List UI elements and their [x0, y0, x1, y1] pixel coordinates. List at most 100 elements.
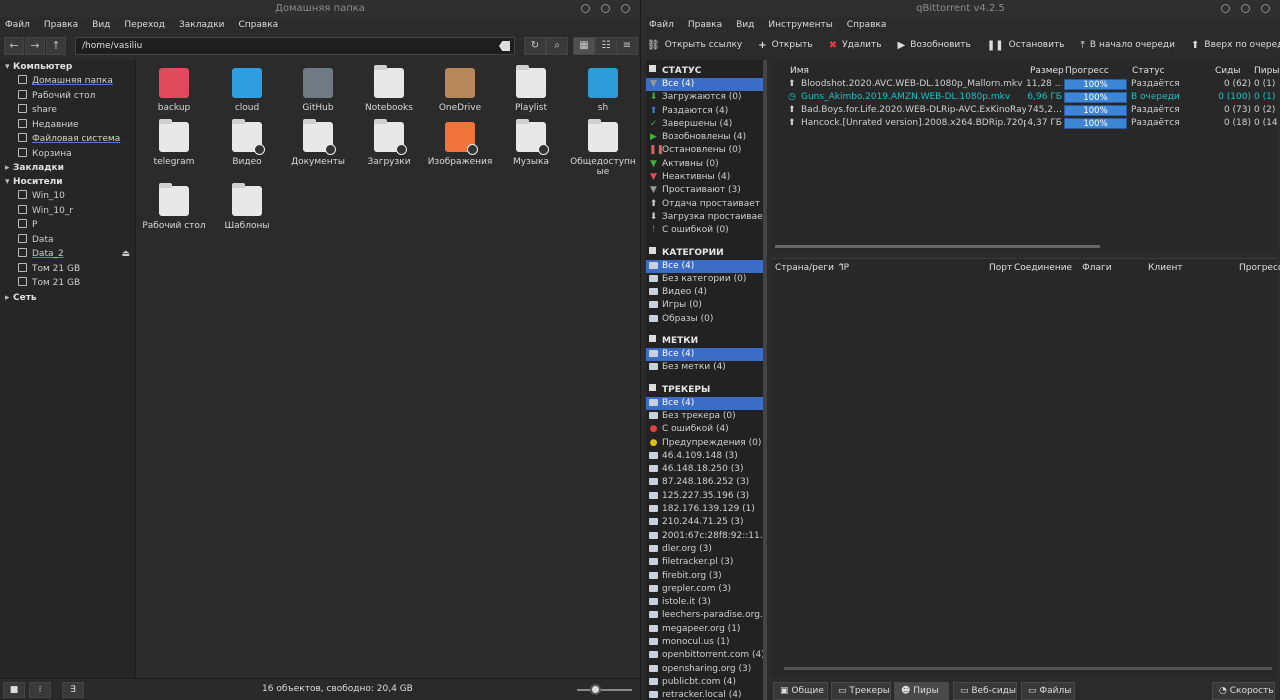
tags-section-header[interactable]: МЕТКИ	[646, 334, 763, 348]
folder-item[interactable]: Музыка	[495, 114, 567, 167]
status-section-header[interactable]: СТАТУС	[646, 64, 763, 78]
tracker-filter[interactable]: monocul.us (1)	[646, 636, 763, 649]
tracker-filter[interactable]: 46.148.18.250 (3)	[646, 463, 763, 476]
tracker-filter[interactable]: 87.248.186.252 (3)	[646, 476, 763, 489]
sidebar-item-home[interactable]: Домашняя папка	[0, 74, 135, 89]
category-filter[interactable]: Без категории (0)	[646, 273, 763, 286]
status-filter-stalled-upload[interactable]: ⬆ Отдача простаивает (3)	[646, 198, 763, 211]
sidebar-scrollbar[interactable]	[763, 60, 767, 700]
menu-go[interactable]: Переход	[124, 17, 165, 33]
status-filter-stalled-download[interactable]: ⬇ Загрузка простаивает…	[646, 211, 763, 224]
status-filter-active[interactable]: ▼ Активны (0)	[646, 158, 763, 171]
menu-view[interactable]: Вид	[92, 17, 110, 33]
torrent-row[interactable]: ⬆ Bloodshot.2020.AVC.WEB-DL.1080p_Mallorn…	[772, 78, 1277, 91]
sidebar-item-filesystem[interactable]: Файловая система	[0, 132, 135, 147]
tracker-filter[interactable]: istole.it (3)	[646, 596, 763, 609]
close-button[interactable]	[1261, 4, 1270, 13]
sidebar-item-desktop[interactable]: Рабочий стол	[0, 89, 135, 104]
menu-view[interactable]: Вид	[736, 17, 754, 33]
folder-item[interactable]: cloud	[211, 60, 283, 113]
torrent-row[interactable]: ⬆ Bad.Boys.for.Life.2020.WEB-DLRip-AVC.Ex…	[772, 104, 1277, 117]
tracker-filter[interactable]: 125.227.35.196 (3)	[646, 490, 763, 503]
sidebar-item-drive[interactable]: Data_2 ⏏	[0, 247, 135, 262]
tracker-filter[interactable]: retracker.local (4)	[646, 689, 763, 700]
tab-files[interactable]: ▭ Файлы	[1021, 682, 1075, 700]
folder-item[interactable]: Рабочий стол	[138, 178, 210, 231]
peers-hscrollbar[interactable]	[784, 667, 1272, 670]
compact-view-icon[interactable]: ≡	[616, 37, 638, 55]
queue-up-button[interactable]: ⬆ Вверх по очереди	[1191, 40, 1280, 51]
tab-web-seeds[interactable]: ▭ Веб-сиды	[953, 682, 1017, 700]
tag-filter[interactable]: Без метки (4)	[646, 361, 763, 374]
status-filter-resumed[interactable]: ▶ Возобновлены (4)	[646, 131, 763, 144]
places-toggle-icon[interactable]: ■	[3, 682, 25, 698]
tracker-filter[interactable]: opensharing.org (3)	[646, 663, 763, 676]
sidebar-item-share[interactable]: share	[0, 103, 135, 118]
status-filter-paused[interactable]: ❚❚Остановлены (0)	[646, 144, 763, 157]
tag-filter[interactable]: Все (4)	[646, 348, 763, 362]
tracker-filter[interactable]: leechers-paradise.org…	[646, 609, 763, 622]
column-header-status[interactable]: Статус	[1132, 64, 1165, 78]
tracker-filter[interactable]: grepler.com (3)	[646, 583, 763, 596]
column-header-seeds[interactable]: Сиды	[1215, 64, 1240, 78]
menu-help[interactable]: Справка	[239, 17, 279, 33]
resume-button[interactable]: ▶ Возобновить	[898, 40, 971, 51]
minimize-button[interactable]	[581, 4, 590, 13]
back-arrow-icon[interactable]: ←	[4, 37, 24, 55]
peer-column-client[interactable]: Клиент	[1148, 261, 1183, 275]
sidebar-item-drive[interactable]: Том 21 GB	[0, 276, 135, 291]
categories-section-header[interactable]: КАТЕГОРИИ	[646, 246, 763, 260]
column-header-size[interactable]: Размер	[1030, 64, 1064, 78]
peer-column-port[interactable]: Порт	[989, 261, 1012, 275]
sidebar-section-bookmarks[interactable]: ▸ Закладки	[0, 161, 135, 175]
eject-icon[interactable]: ⏏	[121, 247, 130, 262]
icon-view-icon[interactable]: ▦	[573, 37, 595, 55]
tracker-filter[interactable]: ● С ошибкой (4)	[646, 423, 763, 436]
menu-edit[interactable]: Правка	[688, 17, 722, 33]
sidebar-section-computer[interactable]: ▾ Компьютер	[0, 60, 135, 74]
folder-item[interactable]: backup	[138, 60, 210, 113]
tracker-filter[interactable]: 46.4.109.148 (3)	[646, 450, 763, 463]
peer-column-flags[interactable]: Флаги	[1082, 261, 1112, 275]
forward-arrow-icon[interactable]: →	[25, 37, 45, 55]
queue-top-button[interactable]: ⤒ В начало очереди	[1081, 40, 1176, 51]
folder-item[interactable]: Playlist	[495, 60, 567, 113]
status-filter-seeding[interactable]: ⬆ Раздаются (4)	[646, 105, 763, 118]
search-icon[interactable]: ⌕	[546, 37, 568, 55]
folder-item[interactable]: Изображения	[424, 114, 496, 167]
list-view-icon[interactable]: ☷	[595, 37, 617, 55]
delete-button[interactable]: ✖ Удалить	[829, 40, 882, 51]
category-filter[interactable]: Все (4)	[646, 259, 763, 273]
path-input[interactable]: /home/vasiliu	[75, 37, 515, 55]
tracker-filter[interactable]: Без трекера (0)	[646, 410, 763, 423]
tab-speed[interactable]: ◔ Скорость	[1212, 682, 1275, 700]
sidebar-item-drive[interactable]: Том 21 GB	[0, 262, 135, 277]
folder-item[interactable]: Документы	[282, 114, 354, 167]
status-filter-downloading[interactable]: ⬇ Загружаются (0)	[646, 91, 763, 104]
zoom-slider[interactable]	[577, 689, 632, 691]
tracker-filter[interactable]: publicbt.com (4)	[646, 676, 763, 689]
column-header-peers[interactable]: Пиры	[1254, 64, 1279, 78]
peer-column-ip[interactable]: IP	[841, 261, 849, 275]
torrent-row[interactable]: ⬆ Hancock.[Unrated version].2008.x264.BDR…	[772, 117, 1277, 130]
folder-item[interactable]: GitHub	[282, 60, 354, 113]
sidebar-item-drive[interactable]: P	[0, 218, 135, 233]
folder-item[interactable]: Загрузки	[353, 114, 425, 167]
tab-trackers[interactable]: ▭ Трекеры	[831, 682, 891, 700]
folder-item[interactable]: telegram	[138, 114, 210, 167]
tracker-filter[interactable]: openbittorrent.com (4)	[646, 649, 763, 662]
folder-item[interactable]: Видео	[211, 114, 283, 167]
status-filter-inactive[interactable]: ▼ Неактивны (4)	[646, 171, 763, 184]
reload-icon[interactable]: ↻	[524, 37, 546, 55]
sidebar-section-media[interactable]: ▾ Носители	[0, 175, 135, 189]
close-button[interactable]	[621, 4, 630, 13]
sidebar-item-recent[interactable]: Недавние	[0, 118, 135, 133]
peer-column-country[interactable]: Страна/реги ⌃	[775, 261, 844, 275]
tracker-filter[interactable]: filetracker.pl (3)	[646, 556, 763, 569]
tracker-filter[interactable]: 210.244.71.25 (3)	[646, 516, 763, 529]
tracker-filter[interactable]: 182.176.139.129 (1)	[646, 503, 763, 516]
pause-button[interactable]: ❚❚ Остановить	[987, 40, 1065, 51]
sidebar-item-drive[interactable]: Data	[0, 233, 135, 248]
list-hscrollbar[interactable]	[775, 245, 1100, 248]
status-filter-all[interactable]: ▼ Все (4)	[646, 78, 763, 92]
